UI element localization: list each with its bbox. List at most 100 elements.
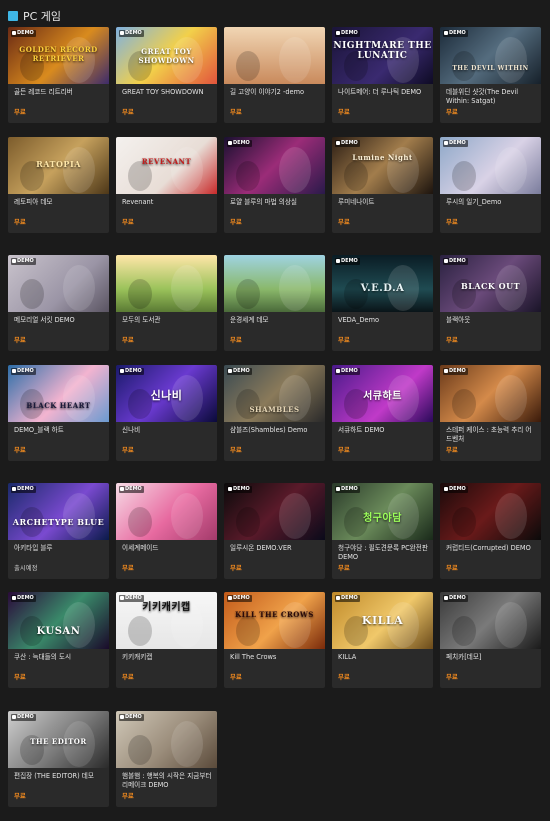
game-card[interactable]: KILLA DEMO KILLA 무료 <box>332 592 433 688</box>
game-card[interactable]: DEMO 커럽티드(Corrupted) DEMO 무료 <box>440 483 541 579</box>
game-thumbnail[interactable]: THE DEVIL WITHIN DEMO <box>440 27 541 84</box>
game-thumbnail[interactable]: KILL THE CROWS DEMO <box>224 592 325 649</box>
game-card[interactable]: 모두의 도서관 무료 <box>116 255 217 351</box>
game-thumbnail[interactable]: 신나비 DEMO <box>116 365 217 422</box>
game-card[interactable]: DEMO 일루시온 DEMO.VER 무료 <box>224 483 325 579</box>
game-title[interactable]: 로얄 블루의 마법 의상실 <box>230 198 320 207</box>
game-thumbnail[interactable] <box>224 255 325 312</box>
game-title[interactable]: KILLA <box>338 653 428 662</box>
game-thumbnail[interactable]: GREAT TOY SHOWDOWN DEMO <box>116 27 217 84</box>
game-title[interactable]: 커럽티드(Corrupted) DEMO <box>446 544 536 553</box>
game-title[interactable]: Kill The Crows <box>230 653 320 662</box>
game-title[interactable]: 레토피아 데모 <box>14 198 104 207</box>
game-card[interactable]: Lumine Night DEMO 루미네나이트 무료 <box>332 137 433 233</box>
game-title[interactable]: 페치카[데모] <box>446 653 536 662</box>
game-title[interactable]: 샴블즈(Shambles) Demo <box>230 426 320 435</box>
game-card[interactable]: SHAMBLES DEMO 샴블즈(Shambles) Demo 무료 <box>224 365 325 461</box>
game-title[interactable]: 루미네나이트 <box>338 198 428 207</box>
game-title[interactable]: 키키캐키캡 <box>122 653 212 662</box>
game-card[interactable]: BLACK HEART DEMO DEMO_블랙 하트 무료 <box>8 365 109 461</box>
game-title[interactable]: 서큐하트 DEMO <box>338 426 428 435</box>
game-thumbnail[interactable]: BLACK OUT DEMO <box>440 255 541 312</box>
game-title[interactable]: 골든 레코드 리트리버 <box>14 88 104 97</box>
game-title[interactable]: 루시의 일기_Demo <box>446 198 536 207</box>
game-card[interactable]: DEMO 햄볼햄 : 행복의 시작은 지금부터 리메이크 DEMO 무료 <box>116 711 217 807</box>
game-thumbnail[interactable]: BLACK HEART DEMO <box>8 365 109 422</box>
game-thumbnail[interactable] <box>224 27 325 84</box>
game-thumbnail[interactable]: SHAMBLES DEMO <box>224 365 325 422</box>
game-title[interactable]: 쿠산 : 늑대들의 도시 <box>14 653 104 662</box>
game-title[interactable]: 길 고양이 이야기2 -demo <box>230 88 320 97</box>
game-card[interactable]: GREAT TOY SHOWDOWN DEMO GREAT TOY SHOWDOWN… <box>116 27 217 123</box>
game-title[interactable]: Revenant <box>122 198 212 207</box>
game-thumbnail[interactable]: RATOPIA <box>8 137 109 194</box>
game-title[interactable]: 편집장 (THE EDITOR) 데모 <box>14 772 104 781</box>
game-card[interactable]: ARCHETYPE BLUE DEMO 아키타입 블루 출시예정 <box>8 483 109 579</box>
game-title[interactable]: DEMO_블랙 하트 <box>14 426 104 435</box>
game-thumbnail[interactable]: DEMO <box>8 255 109 312</box>
game-thumbnail[interactable]: KILLA DEMO <box>332 592 433 649</box>
game-logo-text: Lumine Night <box>352 153 413 162</box>
game-card[interactable]: KILL THE CROWS DEMO Kill The Crows 무료 <box>224 592 325 688</box>
game-thumbnail[interactable]: DEMO <box>116 483 217 540</box>
game-card[interactable]: 길 고양이 이야기2 -demo 무료 <box>224 27 325 123</box>
game-thumbnail[interactable]: 청구야담 DEMO <box>332 483 433 540</box>
game-card[interactable]: 서큐하트 DEMO 서큐하트 DEMO 무료 <box>332 365 433 461</box>
game-card[interactable]: 운경세계 데모 무료 <box>224 255 325 351</box>
game-title[interactable]: 나이트메어: 더 루나틱 DEMO <box>338 88 428 97</box>
game-thumbnail[interactable]: DEMO <box>224 137 325 194</box>
game-title[interactable]: 신나비 <box>122 426 212 435</box>
game-thumbnail[interactable]: DEMO <box>224 483 325 540</box>
demo-badge: DEMO <box>227 486 252 493</box>
game-card[interactable]: DEMO 페치카[데모] 무료 <box>440 592 541 688</box>
game-card[interactable]: REVENANT Revenant 무료 <box>116 137 217 233</box>
game-thumbnail[interactable]: Lumine Night DEMO <box>332 137 433 194</box>
game-thumbnail[interactable]: V.E.D.A DEMO <box>332 255 433 312</box>
demo-badge: DEMO <box>443 595 468 602</box>
game-title[interactable]: 이세계메이드 <box>122 544 212 553</box>
game-title[interactable]: VEDA_Demo <box>338 316 428 325</box>
game-title[interactable]: 스테퍼 케이스 : 초능력 추리 어드벤처 <box>446 426 536 444</box>
game-title[interactable]: 모두의 도서관 <box>122 316 212 325</box>
game-title[interactable]: GREAT TOY SHOWDOWN <box>122 88 212 97</box>
game-card[interactable]: GOLDEN RECORD RETRIEVER DEMO 골든 레코드 리트리버 무료 <box>8 27 109 123</box>
game-title[interactable]: 아키타입 블루 <box>14 544 104 553</box>
game-thumbnail[interactable]: DEMO <box>440 365 541 422</box>
game-thumbnail[interactable]: 키키캐키캡 DEMO <box>116 592 217 649</box>
game-logo-text: KILLA <box>361 614 404 627</box>
game-card[interactable]: BLACK OUT DEMO 블랙아웃 무료 <box>440 255 541 351</box>
game-thumbnail[interactable]: GOLDEN RECORD RETRIEVER DEMO <box>8 27 109 84</box>
game-thumbnail[interactable]: ARCHETYPE BLUE DEMO <box>8 483 109 540</box>
game-card[interactable]: THE EDITOR DEMO 편집장 (THE EDITOR) 데모 무료 <box>8 711 109 807</box>
game-card[interactable]: DEMO 메모리얼 서킷 DEMO 무료 <box>8 255 109 351</box>
game-thumbnail[interactable]: DEMO <box>116 711 217 768</box>
game-card[interactable]: KUSAN DEMO 쿠산 : 늑대들의 도시 무료 <box>8 592 109 688</box>
game-thumbnail[interactable]: DEMO <box>440 483 541 540</box>
game-card[interactable]: 신나비 DEMO 신나비 무료 <box>116 365 217 461</box>
game-card[interactable]: NIGHTMARE THE LUNATIC DEMO 나이트메어: 더 루나틱 DE… <box>332 27 433 123</box>
game-thumbnail[interactable]: NIGHTMARE THE LUNATIC DEMO <box>332 27 433 84</box>
game-card[interactable]: THE DEVIL WITHIN DEMO 데블위딘 샷갓(The Devil Wi… <box>440 27 541 123</box>
game-card[interactable]: DEMO 로얄 블루의 마법 의상실 무료 <box>224 137 325 233</box>
game-title[interactable]: 햄볼햄 : 행복의 시작은 지금부터 리메이크 DEMO <box>122 772 212 790</box>
game-thumbnail[interactable] <box>116 255 217 312</box>
game-card[interactable]: 청구야담 DEMO 청구야담 : 필도견문록 PC완전판 DEMO 무료 <box>332 483 433 579</box>
game-thumbnail[interactable]: DEMO <box>440 592 541 649</box>
game-thumbnail[interactable]: 서큐하트 DEMO <box>332 365 433 422</box>
game-card[interactable]: DEMO 루시의 일기_Demo 무료 <box>440 137 541 233</box>
game-card[interactable]: 키키캐키캡 DEMO 키키캐키캡 무료 <box>116 592 217 688</box>
game-title[interactable]: 블랙아웃 <box>446 316 536 325</box>
game-card[interactable]: DEMO 이세계메이드 무료 <box>116 483 217 579</box>
game-card[interactable]: V.E.D.A DEMO VEDA_Demo 무료 <box>332 255 433 351</box>
game-title[interactable]: 운경세계 데모 <box>230 316 320 325</box>
game-card[interactable]: RATOPIA 레토피아 데모 무료 <box>8 137 109 233</box>
game-thumbnail[interactable]: KUSAN DEMO <box>8 592 109 649</box>
game-title[interactable]: 일루시온 DEMO.VER <box>230 544 320 553</box>
game-thumbnail[interactable]: THE EDITOR DEMO <box>8 711 109 768</box>
game-card[interactable]: DEMO 스테퍼 케이스 : 초능력 추리 어드벤처 무료 <box>440 365 541 461</box>
game-title[interactable]: 메모리얼 서킷 DEMO <box>14 316 104 325</box>
game-title[interactable]: 청구야담 : 필도견문록 PC완전판 DEMO <box>338 544 428 562</box>
game-title[interactable]: 데블위딘 샷갓(The Devil Within: Satgat) <box>446 88 536 106</box>
game-thumbnail[interactable]: DEMO <box>440 137 541 194</box>
game-thumbnail[interactable]: REVENANT <box>116 137 217 194</box>
